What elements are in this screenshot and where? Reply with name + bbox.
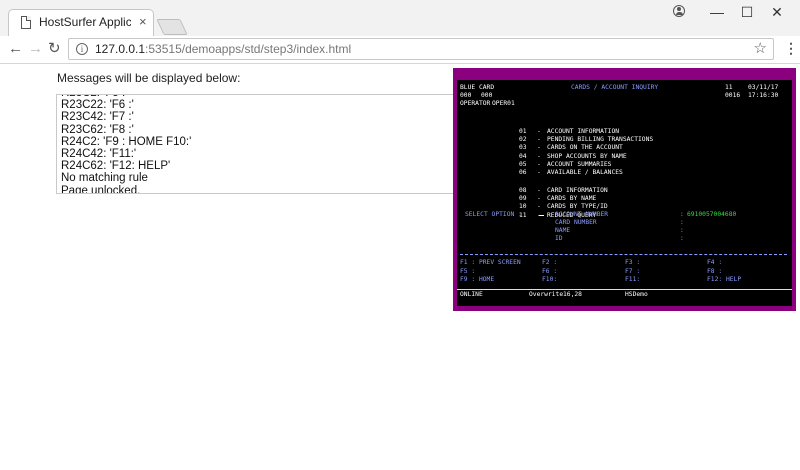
function-key[interactable]: F9 : HOME	[460, 276, 494, 284]
menu-option-dash: -	[537, 195, 541, 203]
query-field-colon: :	[680, 227, 684, 234]
terminal-screen[interactable]: BLUE CARD CARDS / ACCOUNT INQUIRY 11 03/…	[457, 80, 792, 306]
header-number-2: 0016	[725, 92, 741, 99]
menu-option-number[interactable]: 08	[519, 187, 527, 195]
separator-line	[460, 254, 787, 255]
reload-icon[interactable]: ↻	[48, 39, 61, 59]
menu-option-label[interactable]: ACCOUNT SUMMARIES	[547, 161, 611, 169]
new-tab-button[interactable]	[156, 19, 188, 35]
status-right: HSDemo	[625, 291, 648, 298]
query-field-colon: :	[680, 219, 684, 226]
function-key[interactable]: F11:	[625, 276, 640, 284]
menu-option-dash: -	[537, 169, 541, 176]
status-cursor-position: 16,28	[563, 291, 582, 298]
url-text[interactable]: 127.0.0.1:53515/demoapps/std/step3/index…	[95, 42, 351, 56]
url-path: :53515/demoapps/std/step3/index.html	[145, 42, 352, 56]
menu-option-dash: -	[537, 160, 541, 168]
url-host: 127.0.0.1	[95, 42, 146, 56]
menu-option-label[interactable]: CARDS ON THE ACCOUNT	[547, 144, 623, 152]
screen-title: CARDS / ACCOUNT INQUIRY	[571, 84, 659, 91]
message-line: R24C2: 'F9 : HOME F10:'	[61, 135, 192, 148]
menu-option-dash: -	[537, 136, 541, 144]
menu-option-dash: -	[537, 144, 541, 152]
browser-menu-icon[interactable]: ⋮	[784, 40, 798, 57]
operator-id: OPER01	[492, 100, 515, 107]
function-key[interactable]: F12: HELP	[707, 276, 741, 284]
function-key[interactable]: F4 :	[707, 259, 722, 267]
message-line: Page unlocked.	[61, 184, 141, 194]
system-name: BLUE CARD	[460, 84, 495, 91]
page-icon	[21, 16, 31, 29]
header-time: 17:16:30	[748, 92, 779, 99]
function-key[interactable]: F6 :	[542, 268, 557, 276]
operator-label: OPERATOR	[460, 100, 491, 107]
header-code-1: 000	[460, 92, 472, 99]
menu-option-label[interactable]: SHOP ACCOUNTS BY NAME	[547, 153, 627, 161]
menu-option-dash: -	[537, 128, 541, 135]
function-key[interactable]: F2 :	[542, 259, 557, 267]
tab-title: HostSurfer Application E	[39, 15, 131, 29]
message-line: R23C22: 'F6 :'	[61, 99, 134, 112]
menu-option-number[interactable]: 01	[519, 128, 527, 136]
message-line: R23C42: 'F7 :'	[61, 111, 134, 124]
function-key[interactable]: F5 :	[460, 268, 475, 276]
query-field-colon: :	[680, 235, 684, 242]
menu-option-label[interactable]: CARD INFORMATION	[547, 187, 608, 195]
header-date: 03/11/17	[748, 84, 779, 91]
address-bar[interactable]: i 127.0.0.1:53515/demoapps/std/step3/ind…	[68, 38, 774, 60]
query-field-label: ID	[555, 235, 563, 242]
header-number: 11	[725, 84, 733, 91]
select-option-label: SELECT OPTION :	[465, 211, 522, 218]
browser-tab[interactable]: HostSurfer Application E ×	[8, 9, 154, 36]
menu-option-dash: -	[537, 187, 541, 194]
message-line: No matching rule	[61, 172, 148, 185]
minimize-icon[interactable]: —	[702, 2, 732, 22]
select-option-input[interactable]	[539, 215, 544, 216]
function-key[interactable]: F3 :	[625, 259, 640, 267]
menu-option-number[interactable]: 02	[519, 136, 527, 144]
info-icon[interactable]: i	[76, 43, 88, 55]
messages-box[interactable]: R23C2: 'F5 :'R23C22: 'F6 :'R23C42: 'F7 :…	[56, 94, 458, 194]
function-key[interactable]: F1 : PREV SCREEN	[460, 259, 521, 267]
maximize-icon[interactable]: ☐	[732, 2, 762, 22]
back-icon[interactable]: ←	[8, 39, 23, 59]
menu-option-label[interactable]: ACCOUNT INFORMATION	[547, 128, 619, 136]
query-field-label: NAME	[555, 227, 571, 234]
close-window-icon[interactable]: ✕	[762, 2, 792, 22]
query-field-label: CARD NUMBER	[555, 219, 597, 226]
menu-option-dash: -	[537, 203, 541, 211]
messages-list: R23C2: 'F5 :'R23C22: 'F6 :'R23C42: 'F7 :…	[61, 95, 192, 194]
menu-option-label[interactable]: PENDING BILLING TRANSACTIONS	[547, 136, 653, 144]
query-field-value[interactable]: 6910057004680	[687, 211, 736, 219]
menu-option-dash: -	[537, 152, 541, 160]
message-line: R23C62: 'F8 :'	[61, 123, 134, 136]
message-line: R24C42: 'F11:'	[61, 148, 137, 161]
query-field-colon: :	[680, 211, 684, 218]
forward-icon[interactable]: →	[28, 39, 43, 59]
function-key[interactable]: F8 :	[707, 268, 722, 276]
function-key[interactable]: F7 :	[625, 268, 640, 276]
messages-label: Messages will be displayed below:	[57, 71, 241, 85]
query-field-label: ACCOUNT NUMBER	[555, 211, 609, 218]
menu-option-label[interactable]: CARDS BY NAME	[547, 195, 596, 203]
bookmark-star-icon[interactable]: ☆	[754, 39, 767, 57]
menu-option-number[interactable]: 03	[519, 144, 527, 152]
message-line: R24C62: 'F12: HELP'	[61, 160, 171, 173]
header-code-2: 000	[481, 92, 493, 99]
terminal-frame: BLUE CARD CARDS / ACCOUNT INQUIRY 11 03/…	[453, 68, 796, 311]
function-key[interactable]: F10:	[542, 276, 557, 284]
menu-option-number[interactable]: 04	[519, 153, 527, 161]
menu-option-label[interactable]: AVAILABLE / BALANCES	[547, 169, 623, 177]
status-divider	[457, 289, 792, 290]
menu-option-number[interactable]: 06	[519, 169, 527, 177]
browser-toolbar: ← → ↻ i 127.0.0.1:53515/demoapps/std/ste…	[0, 36, 800, 64]
status-mode: Overwrite	[529, 291, 564, 298]
status-left: ONLINE	[460, 291, 483, 298]
menu-option-number[interactable]: 05	[519, 161, 527, 169]
profile-icon[interactable]	[673, 5, 685, 17]
close-tab-icon[interactable]: ×	[139, 14, 147, 30]
menu-option-number[interactable]: 09	[519, 195, 527, 203]
title-bar: HostSurfer Application E × — ☐ ✕	[0, 0, 800, 36]
